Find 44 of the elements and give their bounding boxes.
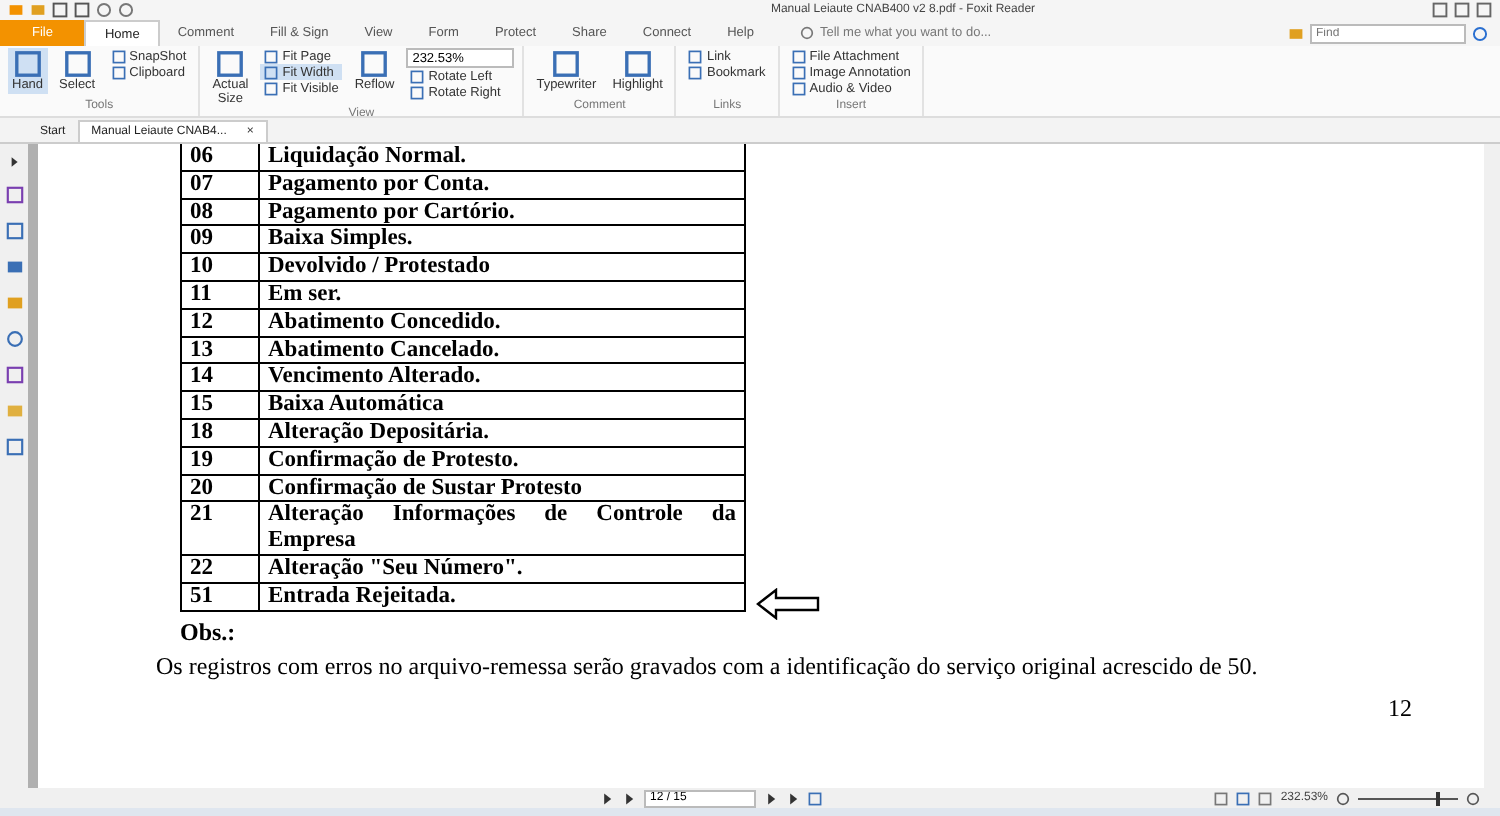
description-cell: Confirmação de Protesto.	[259, 446, 745, 475]
code-cell: 13	[181, 336, 259, 364]
arrow-icon	[756, 588, 820, 620]
tool-icon	[552, 50, 581, 78]
code-cell: 21	[181, 501, 259, 555]
code-cell: 07	[181, 170, 259, 199]
tool-icon	[623, 50, 652, 78]
code-cell: 10	[181, 253, 259, 281]
obs-text: Os registros com erros no arquivo-remessa serão gravados com a identificação do serviço original acrescido de 50.	[156, 651, 1260, 682]
description-cell: Baixa Automática	[259, 391, 745, 419]
description-cell: Devolvido / Protestado	[259, 253, 745, 281]
description-cell: Entrada Rejeitada.	[259, 582, 745, 611]
code-cell: 11	[181, 280, 259, 309]
code-cell: 14	[181, 363, 259, 392]
description-cell: Baixa Simples.	[259, 225, 745, 254]
page-number: 12	[1386, 693, 1412, 724]
description-cell: Confirmação de Sustar Protesto	[259, 474, 745, 502]
code-cell: 20	[181, 474, 259, 502]
description-cell: Abatimento Concedido.	[259, 308, 745, 337]
description-cell: Pagamento por Conta.	[259, 170, 745, 199]
code-cell: 06	[181, 144, 259, 171]
description-cell: Alteração "Seu Número".	[259, 554, 745, 583]
scrollbar[interactable]	[1484, 144, 1500, 788]
description-cell: Pagamento por Cartório.	[259, 198, 745, 226]
expand-icon	[8, 156, 20, 168]
description-cell: Em ser.	[259, 280, 745, 309]
code-cell: 22	[181, 554, 259, 583]
code-cell: 09	[181, 225, 259, 254]
tool-icon	[216, 50, 245, 78]
code-cell: 18	[181, 418, 259, 447]
code-cell: 15	[181, 391, 259, 419]
obs-label: Obs.:	[180, 617, 238, 648]
code-cell: 12	[181, 308, 259, 337]
tool-icon	[360, 50, 389, 78]
code-cell: 19	[181, 446, 259, 475]
code-cell: 08	[181, 198, 259, 226]
tool-icon	[63, 50, 92, 78]
description-cell: Vencimento Alterado.	[259, 363, 745, 392]
description-cell: Alteração Depositária.	[259, 418, 745, 447]
description-cell: Liquidação Normal.	[259, 144, 745, 171]
description-cell: Abatimento Cancelado.	[259, 336, 745, 364]
code-cell: 51	[181, 582, 259, 611]
description-cell: Alteração Informações de Controle da Empresa	[259, 501, 745, 555]
tool-icon	[13, 50, 42, 78]
